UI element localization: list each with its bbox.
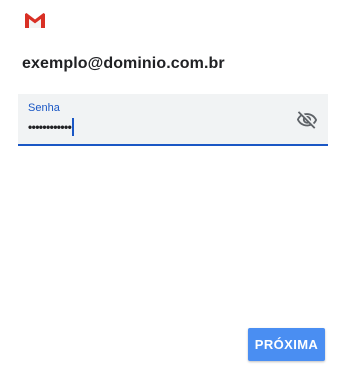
visibility-off-icon[interactable] [296, 109, 318, 131]
next-button[interactable]: PRÓXIMA [248, 328, 325, 361]
password-field[interactable]: Senha •••••••••••• [18, 94, 328, 146]
password-input[interactable]: •••••••••••• [28, 117, 75, 137]
text-caret [72, 118, 75, 136]
gmail-logo-icon [24, 12, 46, 29]
account-email: exemplo@dominio.com.br [22, 55, 225, 72]
password-label: Senha [28, 102, 60, 114]
password-masked-value: •••••••••••• [28, 120, 72, 134]
